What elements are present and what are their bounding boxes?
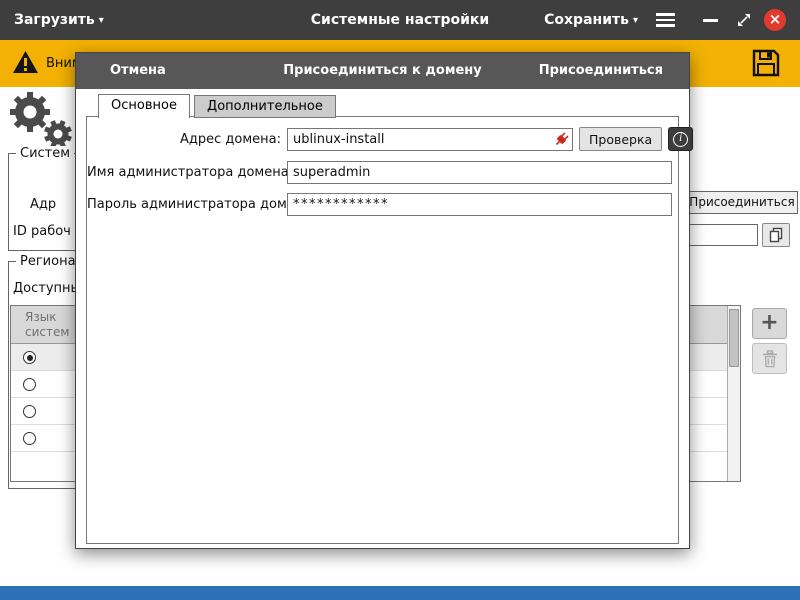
dialog-tabs: Основное Дополнительное	[98, 94, 336, 118]
bottom-accent-bar	[0, 586, 800, 600]
admin-name-row: Имя администратора домена:	[87, 161, 678, 184]
domain-address-input[interactable]	[287, 128, 573, 151]
admin-name-label: Имя администратора домена:	[87, 165, 287, 180]
admin-name-input[interactable]	[287, 161, 672, 184]
gears-icon	[6, 88, 78, 152]
dialog-join-button[interactable]: Присоединиться	[539, 53, 663, 89]
dialog-header: Отмена Присоединиться к домену Присоедин…	[76, 53, 689, 89]
cancel-button[interactable]: Отмена	[110, 53, 166, 89]
caret-down-icon: ▾	[99, 15, 104, 26]
admin-password-input[interactable]	[287, 193, 672, 216]
delete-button[interactable]	[752, 343, 787, 374]
save-menu-button[interactable]: Сохранить ▾	[544, 0, 638, 40]
tab-panel-main: Адрес домена: Проверка i	[86, 116, 679, 544]
disconnected-plug-icon	[553, 131, 570, 148]
domain-address-label: Адрес домена:	[87, 132, 287, 147]
titlebar: Загрузить ▾ Системные настройки Сохранить…	[0, 0, 800, 40]
table-scrollbar[interactable]	[727, 306, 740, 481]
admin-password-label: Пароль администратора домена:	[87, 197, 287, 212]
window-title: Системные настройки	[0, 0, 800, 40]
tab-additional[interactable]: Дополнительное	[194, 95, 336, 118]
minimize-button[interactable]	[703, 12, 721, 28]
info-button[interactable]: i	[668, 127, 693, 151]
trash-icon	[762, 350, 778, 368]
join-domain-button[interactable]: Присоединиться	[686, 191, 798, 214]
radio-selected[interactable]	[23, 351, 36, 364]
hamburger-menu-button[interactable]	[656, 13, 678, 29]
system-groupbox-label: Систем	[16, 146, 74, 161]
close-button[interactable]: ×	[764, 9, 786, 31]
caret-down-icon: ▾	[633, 15, 638, 26]
address-label-fragment: Адр	[30, 197, 56, 212]
join-domain-dialog: Отмена Присоединиться к домену Присоедин…	[75, 52, 690, 549]
workstation-id-label-fragment: ID рабоч	[13, 224, 71, 239]
available-label-fragment: Доступны	[13, 281, 81, 296]
scrollbar-thumb[interactable]	[729, 309, 739, 367]
copy-icon	[767, 226, 785, 244]
check-button[interactable]: Проверка	[579, 127, 662, 151]
radio-button[interactable]	[23, 432, 36, 445]
add-button[interactable]: +	[752, 308, 787, 339]
info-icon: i	[673, 132, 688, 147]
fullscreen-button[interactable]	[735, 11, 753, 29]
domain-address-wrap	[287, 128, 573, 151]
radio-button[interactable]	[23, 405, 36, 418]
app-window: Систем Адр ID рабоч Присоединиться Регио…	[0, 0, 800, 600]
tab-main[interactable]: Основное	[98, 94, 190, 118]
admin-password-row: Пароль администратора домена:	[87, 193, 678, 216]
expand-icon	[735, 11, 753, 29]
domain-address-row: Адрес домена: Проверка i	[87, 127, 678, 151]
copy-button[interactable]	[762, 223, 790, 247]
radio-button[interactable]	[23, 378, 36, 391]
save-menu-label: Сохранить	[544, 12, 629, 28]
load-menu-button[interactable]: Загрузить ▾	[14, 0, 104, 40]
load-menu-label: Загрузить	[14, 12, 95, 28]
